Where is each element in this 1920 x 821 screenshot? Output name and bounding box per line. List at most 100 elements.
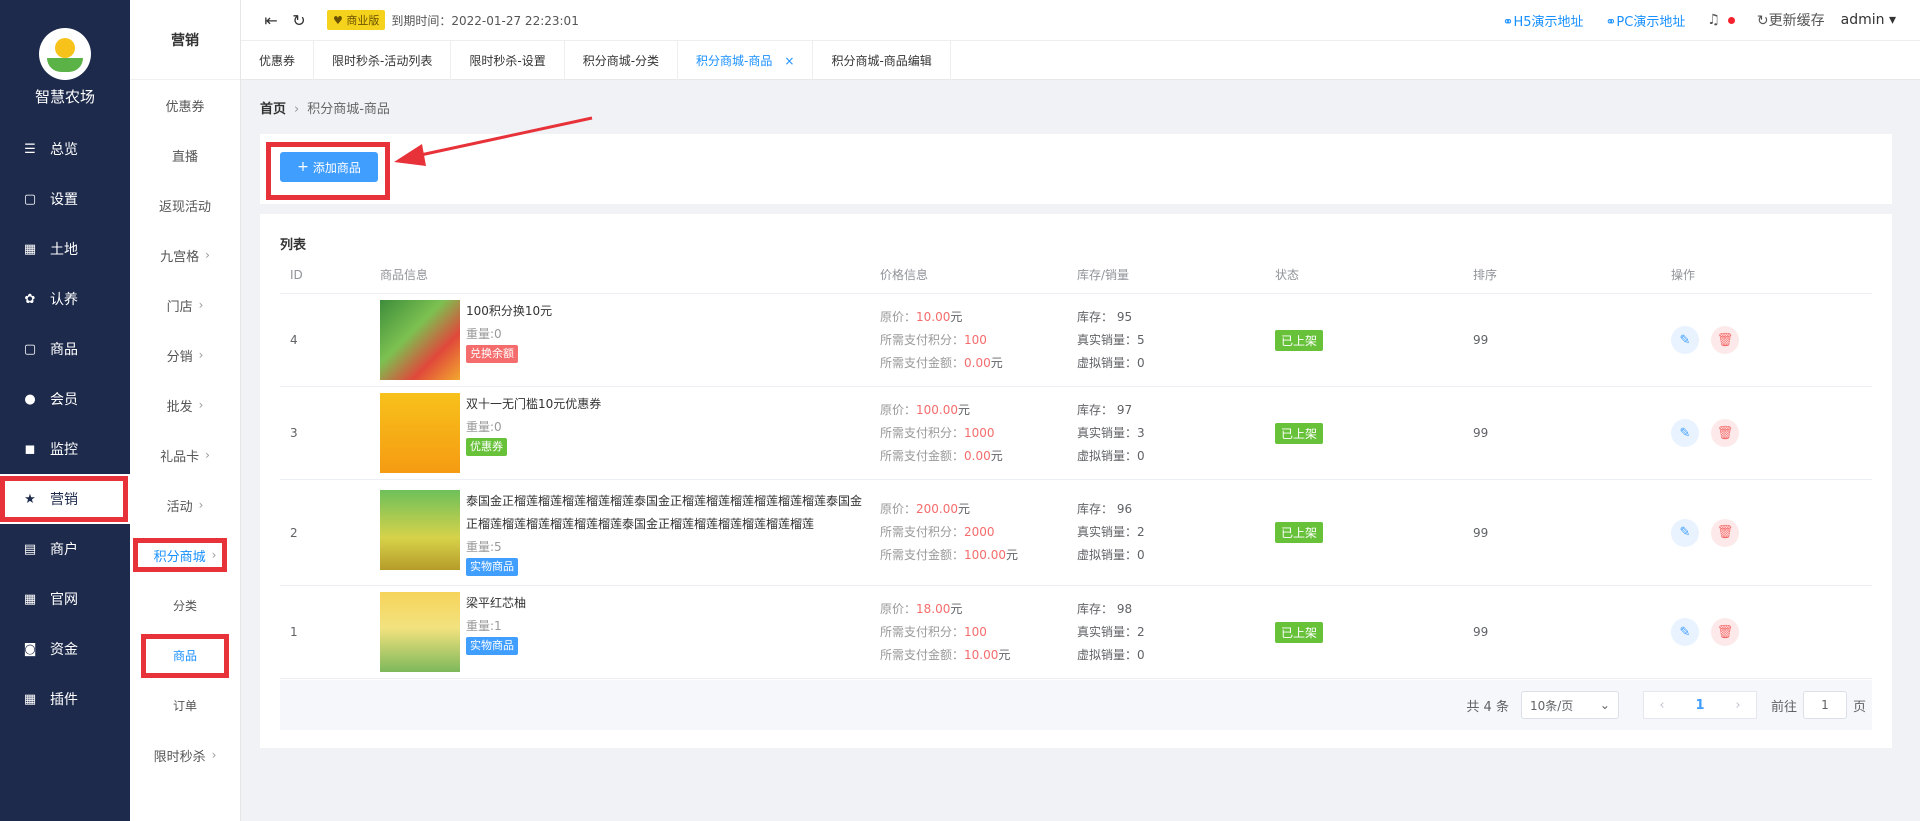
subnav-item-distribution[interactable]: 分销 › [130, 330, 240, 380]
tab-flash-sale-settings[interactable]: 限时秒杀-设置 [451, 41, 565, 80]
subnav-item-stores[interactable]: 门店 › [130, 280, 240, 330]
product-image[interactable] [380, 300, 460, 380]
close-icon[interactable]: × [784, 54, 794, 68]
points-label: 所需支付积分： [880, 624, 965, 639]
table-row: 1 梁平红芯柚 重量:1 实物商品 原价：18.00元 所需支付积分：100 所… [280, 586, 1872, 679]
subnav-item-coupons[interactable]: 优惠券 [130, 80, 240, 130]
edit-icon[interactable]: ✎ [1671, 419, 1699, 447]
nav-item-label: 商户 [50, 542, 78, 558]
list-card: 列表 ID 商品信息 价格信息 库存/销量 状态 排序 操作 4 100积分换1… [260, 214, 1892, 748]
nav-item-overview[interactable]: ☰ 总览 [0, 124, 130, 174]
subnav-item-label: 积分商城 [153, 549, 206, 565]
page-number[interactable]: 1 [1680, 698, 1720, 713]
subnav-item-points-mall[interactable]: 积分商城 › [130, 530, 240, 580]
stock-label: 库存： [1077, 601, 1114, 616]
product-name: 100积分换10元 [466, 304, 553, 318]
real-sales-label: 真实销量： [1077, 624, 1138, 639]
nav-item-plugins[interactable]: ▦ 插件 [0, 674, 130, 724]
brand-logo[interactable]: 智慧农场 [0, 28, 130, 107]
user-menu[interactable]: admin ▾ [1841, 12, 1896, 28]
trash-icon[interactable]: 🗑 [1711, 518, 1739, 547]
page-size-select[interactable]: 10条/页 ⌄ [1520, 691, 1619, 719]
subnav-item-flash-sale[interactable]: 限时秒杀 › [130, 730, 240, 780]
nav-item-website[interactable]: ▦ 官网 [0, 574, 130, 624]
stock-value: 96 [1116, 502, 1133, 516]
user-icon: ● [24, 391, 36, 407]
subnav-item-nine-grid[interactable]: 九宫格 › [130, 230, 240, 280]
edit-icon[interactable]: ✎ [1671, 518, 1699, 547]
subnav-item-goods[interactable]: 商品 [130, 630, 240, 680]
tab-flash-sale-list[interactable]: 限时秒杀-活动列表 [314, 41, 452, 80]
page-unit-label: 页 [1852, 699, 1866, 715]
points-value: 1000 [964, 425, 995, 440]
points-label: 所需支付积分： [880, 425, 965, 440]
trash-icon[interactable]: 🗑 [1711, 326, 1739, 354]
subnav-item-label: 活动 [166, 499, 193, 515]
bell-icon[interactable]: ♫ [1707, 12, 1720, 28]
tab-points-goods-edit[interactable]: 积分商城-商品编辑 [813, 41, 951, 80]
edit-icon[interactable]: ✎ [1671, 326, 1699, 354]
weight-label: 重量: [466, 327, 495, 341]
product-image[interactable] [380, 489, 460, 570]
chevron-left-icon[interactable]: ‹ [1644, 698, 1680, 713]
tab-coupons[interactable]: 优惠券 [241, 41, 315, 80]
product-name: 泰国金正榴莲榴莲榴莲榴莲榴莲泰国金正榴莲榴莲榴莲榴莲榴莲榴莲泰国金正榴莲榴莲榴莲… [466, 493, 863, 531]
star-icon: ★ [24, 491, 36, 507]
breadcrumb-separator-icon: › [294, 102, 300, 117]
h5-demo-label: H5演示地址 [1513, 14, 1584, 30]
refresh-cache-button[interactable]: ↻更新缓存 [1757, 10, 1825, 30]
subnav-item-cashback[interactable]: 返现活动 [130, 180, 240, 230]
nav-item-funds[interactable]: ◙ 资金 [0, 624, 130, 674]
subnav-item-gift-card[interactable]: 礼品卡 › [130, 430, 240, 480]
nav-item-merchants[interactable]: ▤ 商户 [0, 524, 130, 574]
tab-points-category[interactable]: 积分商城-分类 [565, 41, 679, 80]
nav-item-marketing[interactable]: ★ 营销 [0, 474, 130, 524]
nav-item-settings[interactable]: ▢ 设置 [0, 174, 130, 224]
product-image[interactable] [380, 393, 460, 473]
subnav-item-wholesale[interactable]: 批发 › [130, 380, 240, 430]
cash-value: 0.00 [964, 448, 991, 463]
real-sales-value: 3 [1137, 425, 1145, 440]
goods-table: ID 商品信息 价格信息 库存/销量 状态 排序 操作 4 100积分换10元 … [280, 256, 1872, 679]
price-value: 100.00 [916, 402, 959, 417]
subnav-item-label: 优惠券 [165, 99, 205, 115]
collapse-menu-icon[interactable]: ⇤ [261, 10, 281, 30]
trash-icon[interactable]: 🗑 [1711, 419, 1739, 447]
subnav-item-label: 返现活动 [158, 199, 211, 215]
column-header: 操作 [1671, 268, 1696, 282]
price-label: 原价： [880, 502, 917, 516]
trash-icon[interactable]: 🗑 [1711, 618, 1739, 646]
nav-item-land[interactable]: ▦ 土地 [0, 224, 130, 274]
h5-demo-link[interactable]: ⚭H5演示地址 [1503, 11, 1584, 30]
tab-points-goods[interactable]: 积分商城-商品 × [678, 41, 814, 80]
row-id: 4 [290, 333, 298, 347]
chevron-down-icon: ⌄ [1599, 698, 1610, 712]
subnav-item-category[interactable]: 分类 [130, 580, 240, 630]
nav-item-label: 认养 [50, 292, 78, 308]
subnav-item-label: 批发 [166, 399, 193, 415]
pc-demo-link[interactable]: ⚭PC演示地址 [1606, 11, 1686, 30]
nav-item-members[interactable]: ● 会员 [0, 374, 130, 424]
chevron-right-icon[interactable]: › [1720, 698, 1756, 713]
goto-page-input[interactable] [1802, 691, 1847, 719]
breadcrumb-home[interactable]: 首页 [260, 102, 286, 117]
goto-label: 前往 [1770, 699, 1797, 715]
status-badge: 已上架 [1275, 522, 1324, 543]
subnav-item-orders[interactable]: 订单 [130, 680, 240, 730]
annotation-arrow-icon [394, 116, 593, 166]
caret-down-icon: ▾ [1888, 12, 1896, 28]
product-image[interactable] [380, 592, 460, 672]
subnav-item-activities[interactable]: 活动 › [130, 480, 240, 530]
product-info: 泰国金正榴莲榴莲榴莲榴莲榴莲泰国金正榴莲榴莲榴莲榴莲榴莲榴莲泰国金正榴莲榴莲榴莲… [380, 489, 880, 576]
nav-item-monitor[interactable]: ◼ 监控 [0, 424, 130, 474]
reload-icon[interactable]: ↻ [289, 10, 309, 30]
nav-item-adoption[interactable]: ✿ 认养 [0, 274, 130, 324]
sort-value: 99 [1473, 525, 1489, 540]
page-size-value: 10条/页 [1529, 698, 1574, 713]
subnav-item-live[interactable]: 直播 [130, 130, 240, 180]
add-product-button[interactable]: + 添加商品 [280, 152, 378, 182]
expire-info: 到期时间：2022-01-27 22:23:01 [391, 12, 578, 29]
edit-icon[interactable]: ✎ [1671, 618, 1699, 646]
edition-label: 商业版 [346, 14, 380, 27]
nav-item-products[interactable]: ▢ 商品 [0, 324, 130, 374]
